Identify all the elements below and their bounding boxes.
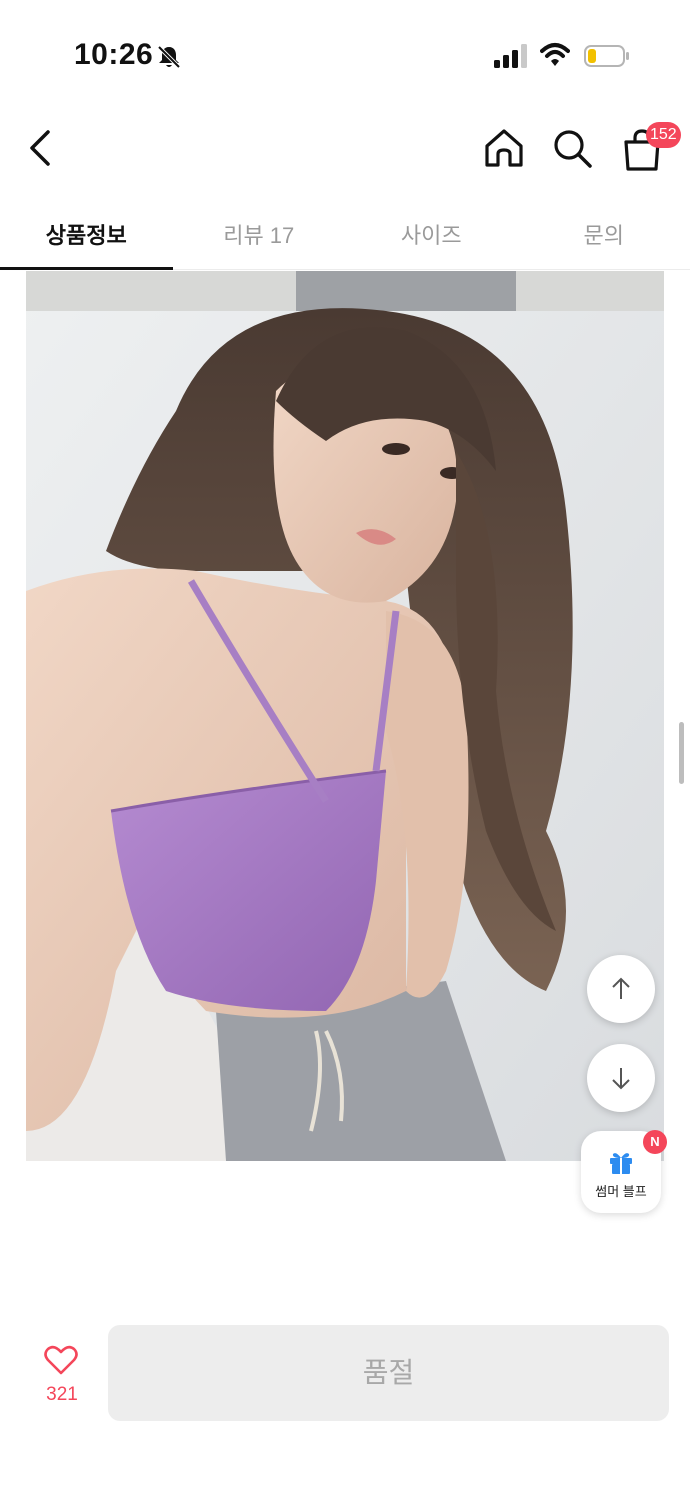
product-photo <box>26 271 664 1161</box>
arrow-up-icon <box>612 977 630 999</box>
promo-label: 썸머 블프 <box>595 1184 647 1199</box>
status-time: 10:26 <box>74 38 154 71</box>
product-tabs: 상품정보 리뷰 17 사이즈 문의 <box>0 200 690 270</box>
new-badge: N <box>643 1130 667 1154</box>
tab-reviews[interactable]: 리뷰 17 <box>173 200 346 269</box>
like-count: 321 <box>46 1384 78 1405</box>
tab-size[interactable]: 사이즈 <box>345 200 518 269</box>
sold-out-button[interactable]: 품절 <box>108 1325 669 1421</box>
back-arrow-icon[interactable] <box>22 126 62 170</box>
tab-product-info[interactable]: 상품정보 <box>0 200 173 270</box>
arrow-down-icon <box>612 1068 630 1090</box>
battery-icon <box>584 45 629 67</box>
cart-count-badge: 152 <box>646 122 681 148</box>
bell-off-icon <box>157 45 181 69</box>
scrollbar-thumb[interactable] <box>679 722 684 784</box>
gift-icon <box>610 1153 632 1174</box>
scroll-to-bottom-button[interactable] <box>587 1044 655 1112</box>
scroll-to-top-button[interactable] <box>587 955 655 1023</box>
product-photo-illustration <box>26 271 664 1161</box>
tab-inquiry[interactable]: 문의 <box>518 200 690 269</box>
wifi-icon <box>540 43 570 66</box>
status-bar: 10:26 <box>0 0 690 110</box>
search-icon[interactable] <box>550 126 594 170</box>
like-button[interactable]: 321 <box>30 1344 94 1414</box>
home-icon[interactable] <box>482 126 526 170</box>
heart-icon <box>44 1345 78 1375</box>
top-navigation <box>0 110 690 190</box>
cellular-signal-icon <box>494 44 527 68</box>
